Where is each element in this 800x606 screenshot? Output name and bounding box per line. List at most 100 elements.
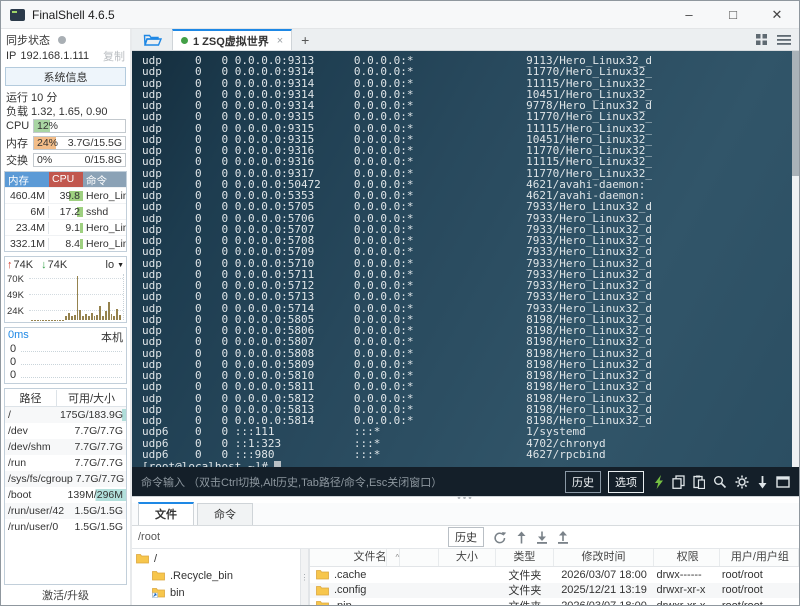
folder-icon	[152, 604, 165, 605]
interface-selector[interactable]: lo ▼	[106, 259, 125, 271]
tree-item-bin[interactable]: bin	[132, 584, 300, 601]
tree-scrollbar[interactable]: ⋮	[300, 549, 309, 605]
process-row[interactable]: 23.4M9.1Hero_Linu...	[5, 219, 126, 235]
terminal[interactable]: udp 0 0 0.0.0.0:9313 0.0.0.0:* 9113/Hero…	[132, 51, 799, 467]
terminal-output: udp 0 0 0.0.0.0:9313 0.0.0.0:* 9113/Hero…	[142, 54, 652, 461]
swap-detail: 0/15.8G	[84, 154, 122, 166]
folder-icon	[152, 571, 165, 581]
process-header-memory[interactable]: 内存	[5, 172, 49, 187]
file-header-name[interactable]: 文件名 ^	[310, 549, 439, 566]
file-header-owner[interactable]: 用户/用户组	[720, 549, 799, 566]
memory-detail: 3.7G/15.5G	[67, 137, 122, 149]
process-row[interactable]: 332.1M8.4Hero_Linu...	[5, 235, 126, 251]
upload-arrow-icon: ↑	[7, 259, 13, 271]
arrow-down-icon[interactable]	[757, 475, 768, 489]
ping-panel: 0ms 本机 000	[4, 327, 127, 384]
new-tab-button[interactable]: +	[292, 29, 318, 50]
file-row[interactable]: .config 文件夹 2025/12/21 13:19 drwxr-xr-x root…	[310, 582, 799, 598]
system-info-button[interactable]: 系统信息	[5, 67, 126, 86]
network-panel: ↑ 74K ↓ 74K lo ▼ 70K 49K 24K	[4, 256, 127, 323]
download-icon[interactable]	[536, 531, 548, 544]
gear-icon[interactable]	[735, 475, 749, 489]
upload-rate: 74K	[13, 259, 34, 271]
tree-item-boot[interactable]: boot	[132, 601, 300, 606]
tab-close-icon[interactable]: ×	[277, 35, 283, 47]
disk-row[interactable]: /run/user/42 1.5G/1.5G	[5, 503, 126, 519]
folder-icon	[316, 601, 329, 605]
uptime-label: 运行 10 分	[6, 92, 58, 104]
window-title: FinalShell 4.6.5	[32, 7, 115, 22]
minimize-button[interactable]: –	[667, 1, 711, 28]
paste-icon[interactable]	[693, 475, 705, 489]
sort-ascending-icon: ^	[395, 549, 401, 566]
file-row[interactable]: .cache 文件夹 2026/03/07 18:00 drwx------ root/…	[310, 567, 799, 583]
file-row[interactable]: .pip文件夹2026/03/07 18:00drwxr-xr-xroot/ro…	[310, 598, 799, 605]
path-history-button[interactable]: 历史	[448, 527, 484, 547]
command-input[interactable]: 命令输入 （双击Ctrl切换,Alt历史,Tab路径/命令,Esc关闭窗口）	[141, 474, 558, 490]
folder-icon	[316, 585, 329, 596]
history-button[interactable]: 历史	[565, 470, 601, 493]
finalshell-window: FinalShell 4.6.5 – □ ✕ 同步状态 IP 192.168.1…	[0, 0, 800, 606]
cpu-percent: 12%	[37, 120, 59, 132]
process-row[interactable]: 6M 17.2 sshd	[5, 203, 126, 219]
tab-files[interactable]: 文件	[138, 502, 194, 525]
disk-row[interactable]: /dev 7.7G/7.7G	[5, 423, 126, 439]
activate-upgrade-link[interactable]: 激活/升级	[4, 585, 127, 605]
lightning-icon[interactable]	[654, 474, 664, 489]
disk-header-size[interactable]: 可用/大小	[57, 390, 126, 406]
terminal-prompt: [root@localhost ~]#	[132, 460, 799, 467]
terminal-scrollbar[interactable]	[792, 51, 799, 467]
process-header-command[interactable]: 命令	[83, 172, 126, 187]
disk-row[interactable]: /run 7.7G/7.7G	[5, 455, 126, 471]
search-icon[interactable]	[713, 475, 727, 489]
command-bar: 命令输入 （双击Ctrl切换,Alt历史,Tab路径/命令,Esc关闭窗口） 历…	[132, 467, 799, 496]
upload-icon[interactable]	[557, 530, 569, 544]
ping-row: 0	[8, 368, 123, 381]
file-header-perm[interactable]: 权限	[654, 549, 720, 566]
sync-status-label: 同步状态	[6, 35, 50, 47]
graph-ylabel: 49K	[7, 290, 24, 301]
maximize-button[interactable]: □	[711, 1, 755, 28]
disk-row[interactable]: /sys/fs/cgroup 7.7G/7.7G	[5, 471, 126, 487]
file-panel: ••• 文件 命令 /root 历史 / .Recycle_bin bin ⋮ …	[132, 496, 799, 605]
parent-directory-icon[interactable]	[516, 531, 527, 544]
disk-table: 路径 可用/大小 /175G/183.9G/dev 7.7G/7.7G/dev/s…	[4, 388, 127, 585]
network-graph: 70K 49K 24K	[7, 274, 124, 320]
file-header-size[interactable]: 大小	[439, 549, 497, 566]
disk-row[interactable]: /boot 139M/296M	[5, 487, 126, 503]
sync-status-dot	[58, 36, 66, 44]
process-table: 内存 CPU 命令 460.4M39.8Hero_Linu...6M17.2ss…	[4, 171, 127, 252]
ping-row: 0	[8, 355, 123, 368]
tab-commands[interactable]: 命令	[197, 503, 253, 525]
file-header-type[interactable]: 类型	[496, 549, 554, 566]
load-label: 负载 1.32, 1.65, 0.90	[6, 106, 108, 118]
ip-value: 192.168.1.111	[20, 50, 90, 62]
copy-ip-button[interactable]: 复制	[103, 48, 127, 64]
copy-icon[interactable]	[672, 474, 685, 489]
file-header-mtime[interactable]: 修改时间	[554, 549, 655, 566]
tab-bar: 1 ZSQ虚拟世界 × +	[132, 29, 799, 51]
menu-icon[interactable]	[777, 34, 791, 46]
path-input[interactable]: /root	[138, 531, 448, 543]
close-button[interactable]: ✕	[755, 1, 799, 28]
ip-label: IP	[6, 50, 17, 62]
ping-latency: 0ms	[8, 329, 29, 341]
tree-item-recycle_bin[interactable]: .Recycle_bin	[132, 567, 300, 584]
process-row[interactable]: 460.4M39.8Hero_Linu...	[5, 187, 126, 203]
download-rate: 74K	[47, 259, 68, 271]
options-button[interactable]: 选项	[608, 470, 644, 493]
disk-row[interactable]: /run/user/0 1.5G/1.5G	[5, 519, 126, 535]
layout-grid-icon[interactable]	[755, 33, 768, 46]
disk-row[interactable]: /175G/183.9G	[5, 407, 126, 423]
open-connection-button[interactable]	[132, 29, 172, 50]
process-header-cpu[interactable]: CPU	[49, 172, 83, 187]
disk-row[interactable]: /dev/shm 7.7G/7.7G	[5, 439, 126, 455]
refresh-icon[interactable]	[493, 531, 507, 544]
download-arrow-icon: ↓	[41, 259, 47, 271]
folder-icon	[136, 554, 149, 564]
disk-header-path[interactable]: 路径	[5, 389, 57, 406]
tab-session[interactable]: 1 ZSQ虚拟世界 ×	[172, 29, 293, 50]
window-icon[interactable]	[776, 475, 790, 488]
tab-label: 1 ZSQ虚拟世界	[193, 35, 269, 48]
tree-item-root[interactable]: /	[132, 550, 300, 567]
